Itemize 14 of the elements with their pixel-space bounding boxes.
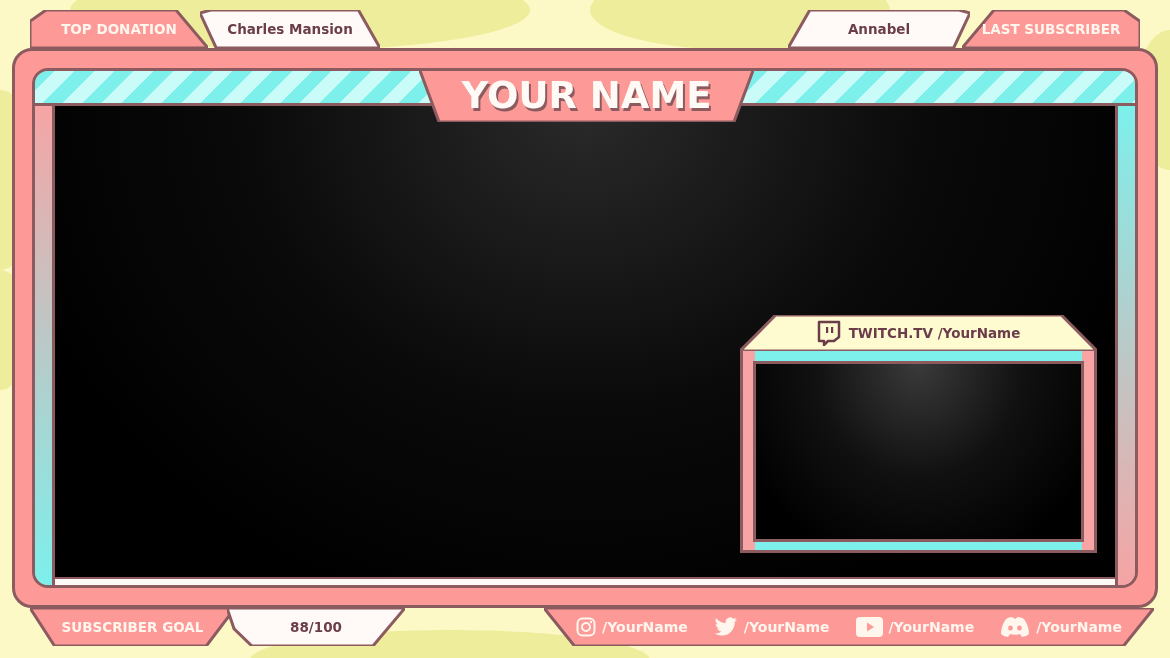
subscriber-value: Annabel [788, 10, 970, 48]
donation-value: Charles Mansion [200, 10, 380, 48]
social-handle[interactable]: /YourName [743, 619, 830, 635]
instagram-icon[interactable] [576, 617, 597, 637]
social-handle[interactable]: /YourName [1036, 619, 1122, 635]
stream-title: YOUR NAME [461, 73, 712, 117]
camera-caption: TWITCH.TV /YourName [848, 325, 1021, 341]
subscriber-label: LAST SUBSCRIBER [962, 10, 1140, 48]
youtube-icon[interactable] [855, 617, 883, 637]
social-handle[interactable]: /YourName [602, 619, 688, 635]
goal-value: 88/100 [227, 608, 405, 646]
discord-icon[interactable] [1000, 616, 1031, 638]
social-handle[interactable]: /YourName [888, 619, 975, 635]
bird-icon[interactable] [713, 617, 738, 637]
